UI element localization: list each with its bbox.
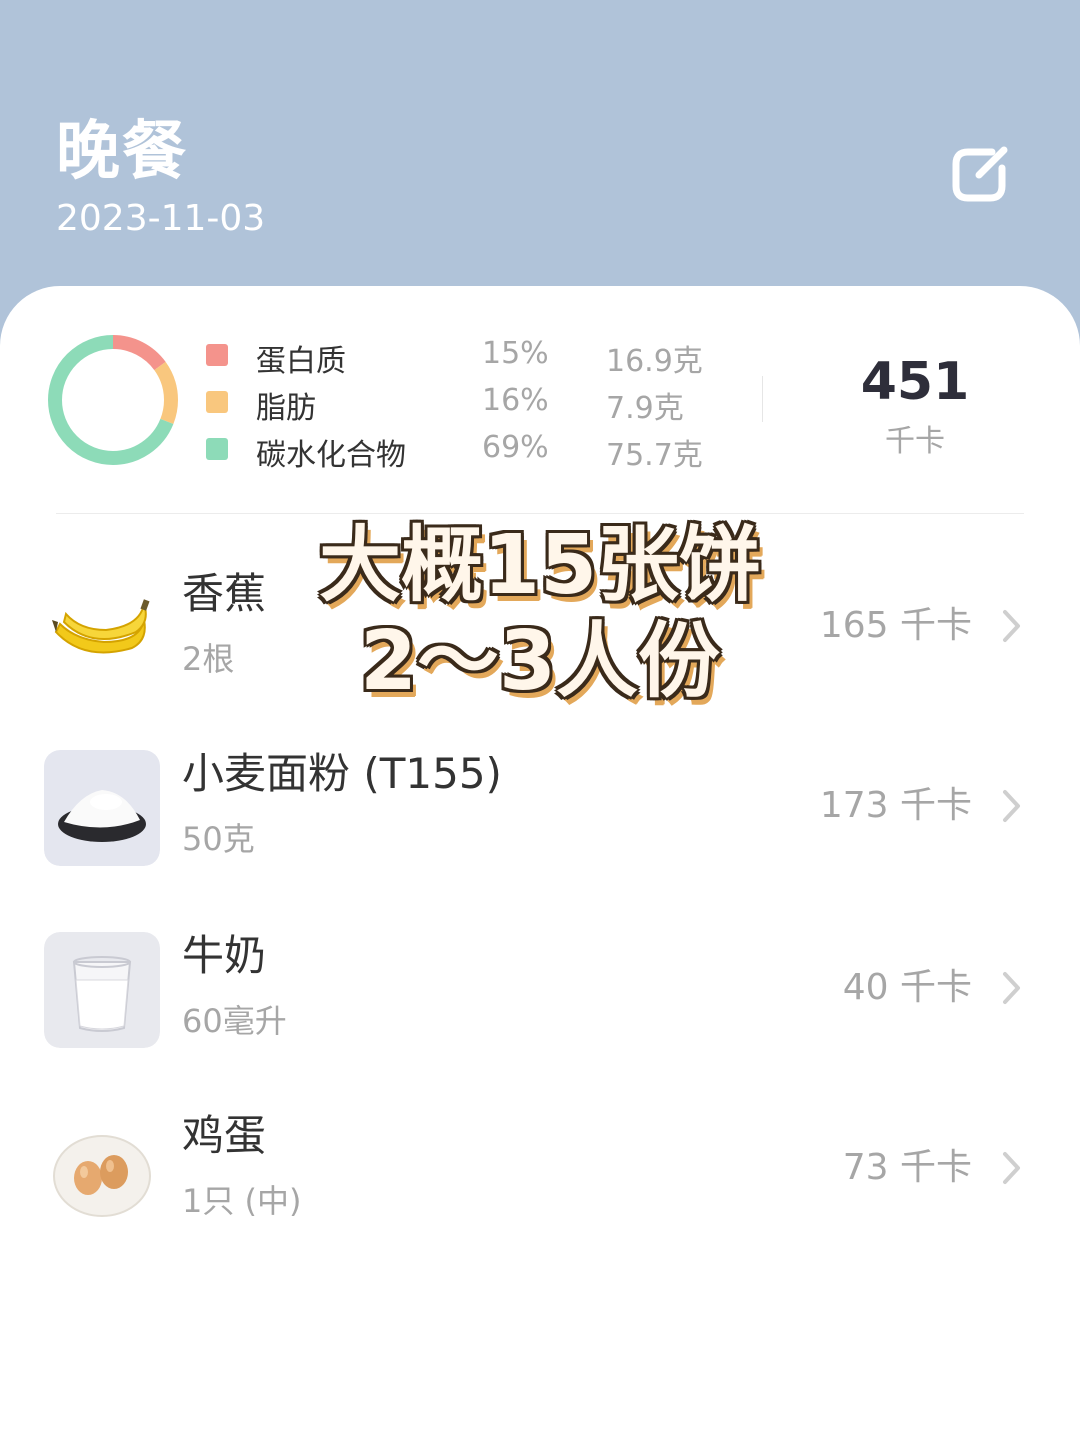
food-name: 香蕉	[182, 569, 267, 618]
macro-row-protein: 蛋白质 15% 16.9克	[206, 336, 726, 379]
section-divider	[56, 513, 1024, 514]
overlay-line-2: 2～3人份	[359, 614, 721, 709]
milk-image	[44, 932, 160, 1048]
food-calories: 73 千卡	[842, 1147, 972, 1188]
chevron-right-icon	[1003, 790, 1020, 822]
macro-percent: 16%	[482, 383, 549, 418]
food-quantity: 60毫升	[182, 1002, 287, 1040]
egg-image	[53, 1135, 151, 1217]
macro-row-fat: 脂肪 16% 7.9克	[206, 383, 726, 426]
carbs-color-dot	[206, 438, 228, 460]
meal-date: 2023-11-03	[56, 198, 266, 239]
macro-name: 蛋白质	[256, 344, 346, 379]
food-quantity: 50克	[182, 820, 255, 858]
food-name: 鸡蛋	[182, 1111, 267, 1160]
food-calories: 40 千卡	[842, 967, 972, 1008]
summary-divider	[762, 376, 763, 422]
macro-donut-chart	[48, 335, 178, 465]
macro-row-carbs: 碳水化合物 69% 75.7克	[206, 430, 726, 473]
food-name: 小麦面粉 (T155)	[182, 749, 502, 798]
macro-percent: 69%	[482, 430, 549, 465]
protein-color-dot	[206, 344, 228, 366]
edit-icon	[952, 146, 1008, 202]
macro-amount: 7.9克	[606, 391, 684, 426]
macro-amount: 16.9克	[606, 344, 703, 379]
overlay-line-1: 大概15张饼	[318, 518, 762, 613]
chevron-right-icon	[1003, 610, 1020, 642]
food-item-milk[interactable]: 牛奶 60毫升 40 千卡	[0, 920, 1080, 1060]
edit-button[interactable]	[946, 138, 1016, 208]
food-quantity: 2根	[182, 640, 235, 678]
fat-color-dot	[206, 391, 228, 413]
food-item-egg[interactable]: 鸡蛋 1只 (中) 73 千卡	[0, 1100, 1080, 1240]
food-item-flour[interactable]: 小麦面粉 (T155) 50克 173 千卡	[0, 738, 1080, 878]
macro-percent: 15%	[482, 336, 549, 371]
macro-amount: 75.7克	[606, 438, 703, 473]
total-calories: 451	[860, 352, 970, 412]
chevron-right-icon	[1003, 972, 1020, 1004]
chevron-right-icon	[1003, 1152, 1020, 1184]
page-title: 晚餐	[56, 115, 188, 189]
overlay-annotation: 大概15张饼 2～3人份	[260, 518, 820, 710]
flour-image	[44, 750, 160, 866]
food-calories: 173 千卡	[819, 785, 972, 826]
food-calories: 165 千卡	[819, 605, 972, 646]
food-quantity: 1只 (中)	[182, 1182, 302, 1220]
total-calories-unit: 千卡	[885, 424, 945, 459]
macro-name: 碳水化合物	[256, 438, 406, 473]
macro-name: 脂肪	[256, 391, 316, 426]
food-name: 牛奶	[182, 931, 267, 980]
banana-image	[52, 599, 150, 654]
